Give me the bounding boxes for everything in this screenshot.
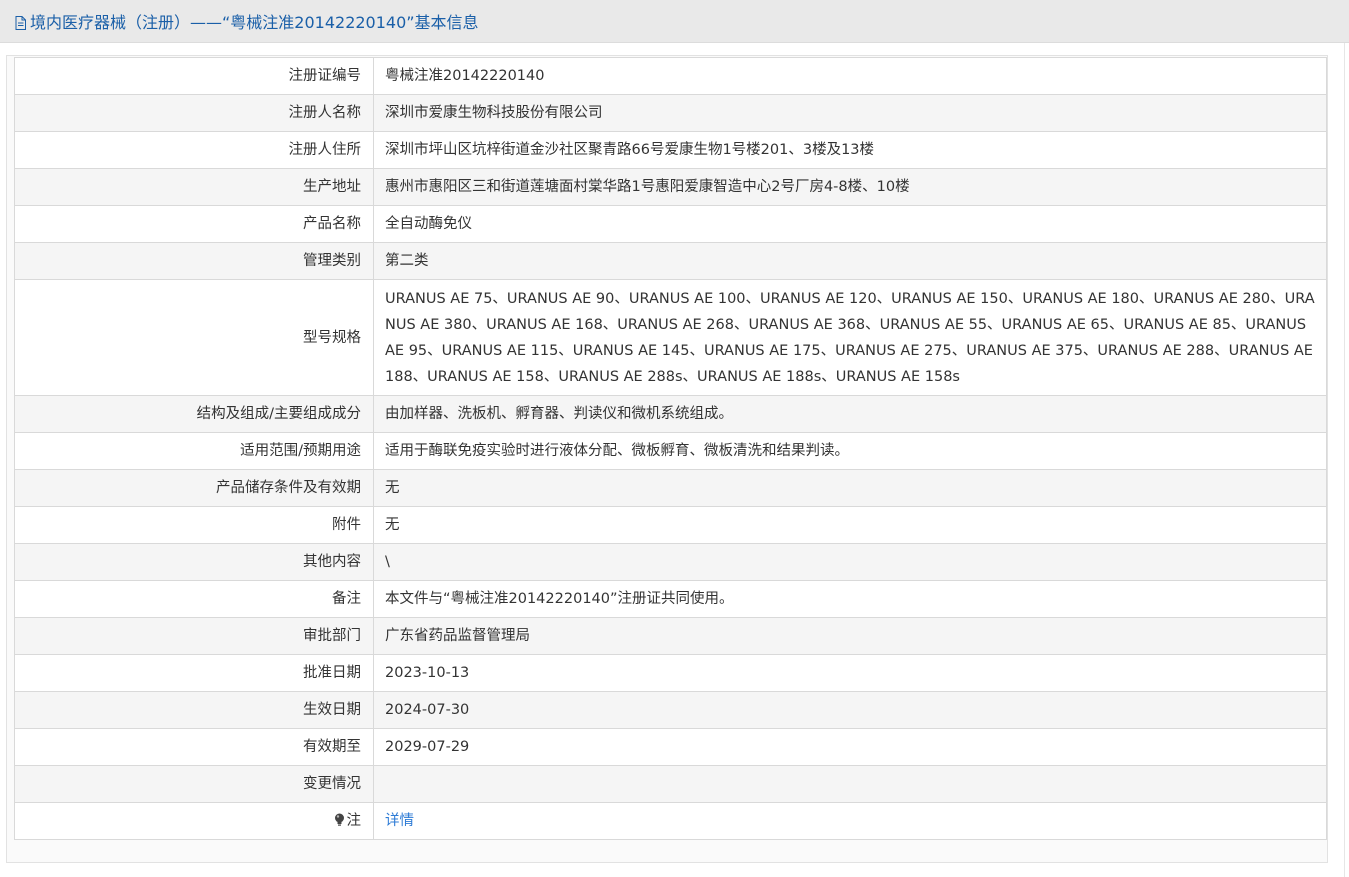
row-value: 第二类 xyxy=(373,242,1327,280)
table-row: 附件 无 xyxy=(14,506,1327,544)
note-value-cell: 详情 xyxy=(373,802,1327,840)
document-icon xyxy=(15,15,26,30)
row-label: 型号规格 xyxy=(14,279,374,396)
row-value: 适用于酶联免疫实验时进行液体分配、微板孵育、微板清洗和结果判读。 xyxy=(373,432,1327,470)
row-value: 2023-10-13 xyxy=(373,654,1327,692)
row-value: URANUS AE 75、URANUS AE 90、URANUS AE 100、… xyxy=(373,279,1327,396)
row-value: 无 xyxy=(373,506,1327,544)
row-label: 注册人名称 xyxy=(14,94,374,132)
details-link[interactable]: 详情 xyxy=(385,813,414,829)
row-value: 广东省药品监督管理局 xyxy=(373,617,1327,655)
table-row: 注册人住所 深圳市坪山区坑梓街道金沙社区聚青路66号爱康生物1号楼201、3楼及… xyxy=(14,131,1327,169)
lightbulb-icon xyxy=(334,809,345,826)
scroll-divider xyxy=(1344,43,1345,877)
table-row: 审批部门 广东省药品监督管理局 xyxy=(14,617,1327,655)
table-row: 变更情况 xyxy=(14,765,1327,803)
row-value: 惠州市惠阳区三和街道莲塘面村棠华路1号惠阳爱康智造中心2号厂房4-8楼、10楼 xyxy=(373,168,1327,206)
row-value: 本文件与“粤械注准20142220140”注册证共同使用。 xyxy=(373,580,1327,618)
row-label: 产品储存条件及有效期 xyxy=(14,469,374,507)
row-label: 适用范围/预期用途 xyxy=(14,432,374,470)
row-label: 生效日期 xyxy=(14,691,374,729)
row-value xyxy=(373,765,1327,803)
row-value: 深圳市坪山区坑梓街道金沙社区聚青路66号爱康生物1号楼201、3楼及13楼 xyxy=(373,131,1327,169)
page-header: 境内医疗器械（注册）——“粤械注准20142220140”基本信息 xyxy=(0,0,1349,43)
table-row: 注册人名称 深圳市爱康生物科技股份有限公司 xyxy=(14,94,1327,132)
note-row: 注 详情 xyxy=(14,802,1327,840)
row-value: 由加样器、洗板机、孵育器、判读仪和微机系统组成。 xyxy=(373,395,1327,433)
row-value: 粤械注准20142220140 xyxy=(373,57,1327,95)
table-row: 备注 本文件与“粤械注准20142220140”注册证共同使用。 xyxy=(14,580,1327,618)
row-label: 结构及组成/主要组成成分 xyxy=(14,395,374,433)
row-value: 全自动酶免仪 xyxy=(373,205,1327,243)
row-value: 无 xyxy=(373,469,1327,507)
row-label: 附件 xyxy=(14,506,374,544)
row-label: 有效期至 xyxy=(14,728,374,766)
table-row: 生产地址 惠州市惠阳区三和街道莲塘面村棠华路1号惠阳爱康智造中心2号厂房4-8楼… xyxy=(14,168,1327,206)
row-label: 管理类别 xyxy=(14,242,374,280)
table-row: 有效期至 2029-07-29 xyxy=(14,728,1327,766)
table-row: 产品名称 全自动酶免仪 xyxy=(14,205,1327,243)
table-row: 结构及组成/主要组成成分 由加样器、洗板机、孵育器、判读仪和微机系统组成。 xyxy=(14,395,1327,433)
row-value: \ xyxy=(373,543,1327,581)
note-label: 注 xyxy=(346,813,362,829)
table-row: 注册证编号 粤械注准20142220140 xyxy=(14,57,1327,95)
table-row: 生效日期 2024-07-30 xyxy=(14,691,1327,729)
table-row: 型号规格 URANUS AE 75、URANUS AE 90、URANUS AE… xyxy=(14,279,1327,396)
note-label-cell: 注 xyxy=(14,802,374,840)
table-row: 其他内容 \ xyxy=(14,543,1327,581)
table-row: 批准日期 2023-10-13 xyxy=(14,654,1327,692)
table-row: 管理类别 第二类 xyxy=(14,242,1327,280)
table-row: 产品储存条件及有效期 无 xyxy=(14,469,1327,507)
row-label: 产品名称 xyxy=(14,205,374,243)
row-value: 深圳市爱康生物科技股份有限公司 xyxy=(373,94,1327,132)
row-label: 注册人住所 xyxy=(14,131,374,169)
row-label: 批准日期 xyxy=(14,654,374,692)
row-label: 注册证编号 xyxy=(14,57,374,95)
page-title: 境内医疗器械（注册）——“粤械注准20142220140”基本信息 xyxy=(30,13,479,32)
row-label: 生产地址 xyxy=(14,168,374,206)
table-row: 适用范围/预期用途 适用于酶联免疫实验时进行液体分配、微板孵育、微板清洗和结果判… xyxy=(14,432,1327,470)
row-label: 审批部门 xyxy=(14,617,374,655)
info-table: 注册证编号 粤械注准20142220140 注册人名称 深圳市爱康生物科技股份有… xyxy=(14,57,1327,840)
row-label: 其他内容 xyxy=(14,543,374,581)
row-label: 备注 xyxy=(14,580,374,618)
row-label: 变更情况 xyxy=(14,765,374,803)
row-value: 2029-07-29 xyxy=(373,728,1327,766)
row-value: 2024-07-30 xyxy=(373,691,1327,729)
